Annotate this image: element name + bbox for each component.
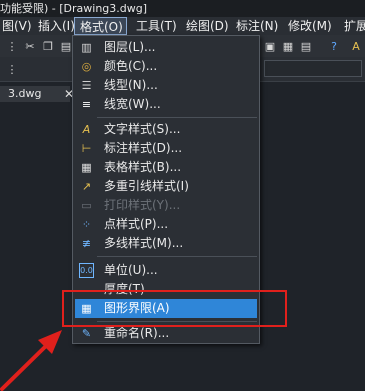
arrow-shaft <box>0 340 52 391</box>
multiline-style-icon: ≢ <box>81 237 92 250</box>
point-style-icon: ⁘ <box>81 218 92 231</box>
units-icon: 0.0 <box>79 263 94 278</box>
menu-item-multiline-style[interactable]: ≢ 多线样式(M)... <box>73 234 259 253</box>
menu-dimension[interactable]: 标注(N) <box>236 17 278 35</box>
plot-style-icon: ▭ <box>81 199 92 212</box>
menu-item-point-style[interactable]: ⁘ 点样式(P)... <box>73 215 259 234</box>
window-title: 功能受限) - [Drawing3.dwg] <box>0 0 365 17</box>
menu-format[interactable]: 格式(O) <box>74 17 127 35</box>
menu-separator <box>97 117 257 118</box>
document-tab-label: 3.dwg <box>8 87 42 100</box>
properties-icon[interactable]: ▣ <box>262 38 278 54</box>
multileader-style-icon: ↗ <box>81 180 92 193</box>
help-icon[interactable]: ? <box>326 38 342 54</box>
linetype-icon: ☰ <box>81 79 92 92</box>
grip-icon: ⋮ <box>6 62 18 76</box>
tool-palette-icon[interactable]: ▤ <box>298 38 314 54</box>
menu-insert[interactable]: 插入(I) <box>38 17 75 35</box>
text-icon[interactable]: A <box>348 38 364 54</box>
layer-dropdown[interactable] <box>264 60 362 77</box>
menu-draw[interactable]: 绘图(D) <box>186 17 229 35</box>
menu-item-units[interactable]: 0.0 单位(U)... <box>73 261 259 280</box>
menu-tools[interactable]: 工具(T) <box>136 17 177 35</box>
menu-separator <box>97 256 257 257</box>
menu-item-table-style[interactable]: ▦ 表格样式(B)... <box>73 158 259 177</box>
menu-item-layer[interactable]: ▥ 图层(L)... <box>73 38 259 57</box>
cut-icon[interactable]: ✂ <box>22 38 38 54</box>
table-style-icon: ▦ <box>81 161 92 174</box>
menu-item-multileader-style[interactable]: ↗ 多重引线样式(I) <box>73 177 259 196</box>
color-palette-icon: ◎ <box>81 60 92 73</box>
menu-item-dimension-style[interactable]: ⊢ 标注样式(D)... <box>73 139 259 158</box>
menu-item-plot-style: ▭ 打印样式(Y)... <box>73 196 259 215</box>
menu-extend[interactable]: 扩展 <box>344 17 365 35</box>
design-center-icon[interactable]: ▦ <box>280 38 296 54</box>
layers-icon: ▥ <box>81 41 92 54</box>
menu-item-lineweight[interactable]: ≡ 线宽(W)... <box>73 95 259 114</box>
lineweight-icon: ≡ <box>81 98 92 111</box>
window-title-text: 功能受限) - [Drawing3.dwg] <box>0 2 148 15</box>
menu-item-text-style[interactable]: A 文字样式(S)... <box>73 120 259 139</box>
menu-bar: 图(V) 插入(I) 格式(O) 工具(T) 绘图(D) 标注(N) 修改(M)… <box>0 17 365 35</box>
menu-modify[interactable]: 修改(M) <box>288 17 332 35</box>
copy-icon[interactable]: ❐ <box>40 38 56 54</box>
document-tab[interactable]: 3.dwg ✕ <box>0 86 74 102</box>
menu-item-linetype[interactable]: ☰ 线型(N)... <box>73 76 259 95</box>
rename-icon: ✎ <box>81 327 92 340</box>
text-style-icon: A <box>82 123 91 136</box>
grip-icon: ⋮ <box>6 39 18 53</box>
highlight-box <box>62 290 287 327</box>
menu-view[interactable]: 图(V) <box>2 17 32 35</box>
annotation-arrow-icon <box>0 330 62 391</box>
menu-item-color[interactable]: ◎ 颜色(C)... <box>73 57 259 76</box>
dimension-style-icon: ⊢ <box>81 142 92 155</box>
